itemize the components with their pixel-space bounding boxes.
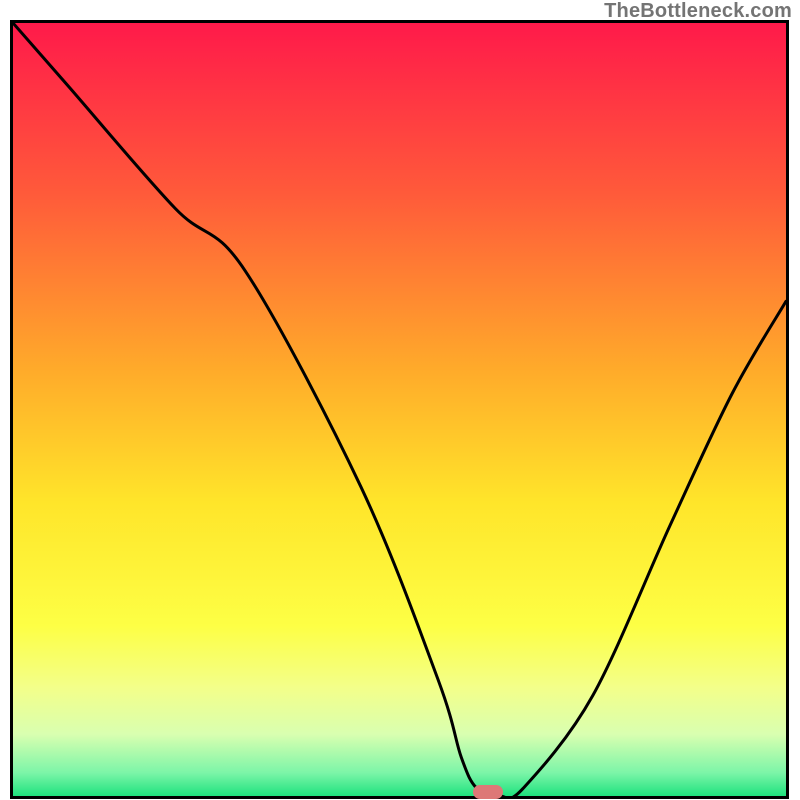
chart-canvas [13,23,786,796]
optimal-marker [473,785,503,799]
attribution-text: TheBottleneck.com [604,0,792,23]
chart-background [13,23,786,796]
